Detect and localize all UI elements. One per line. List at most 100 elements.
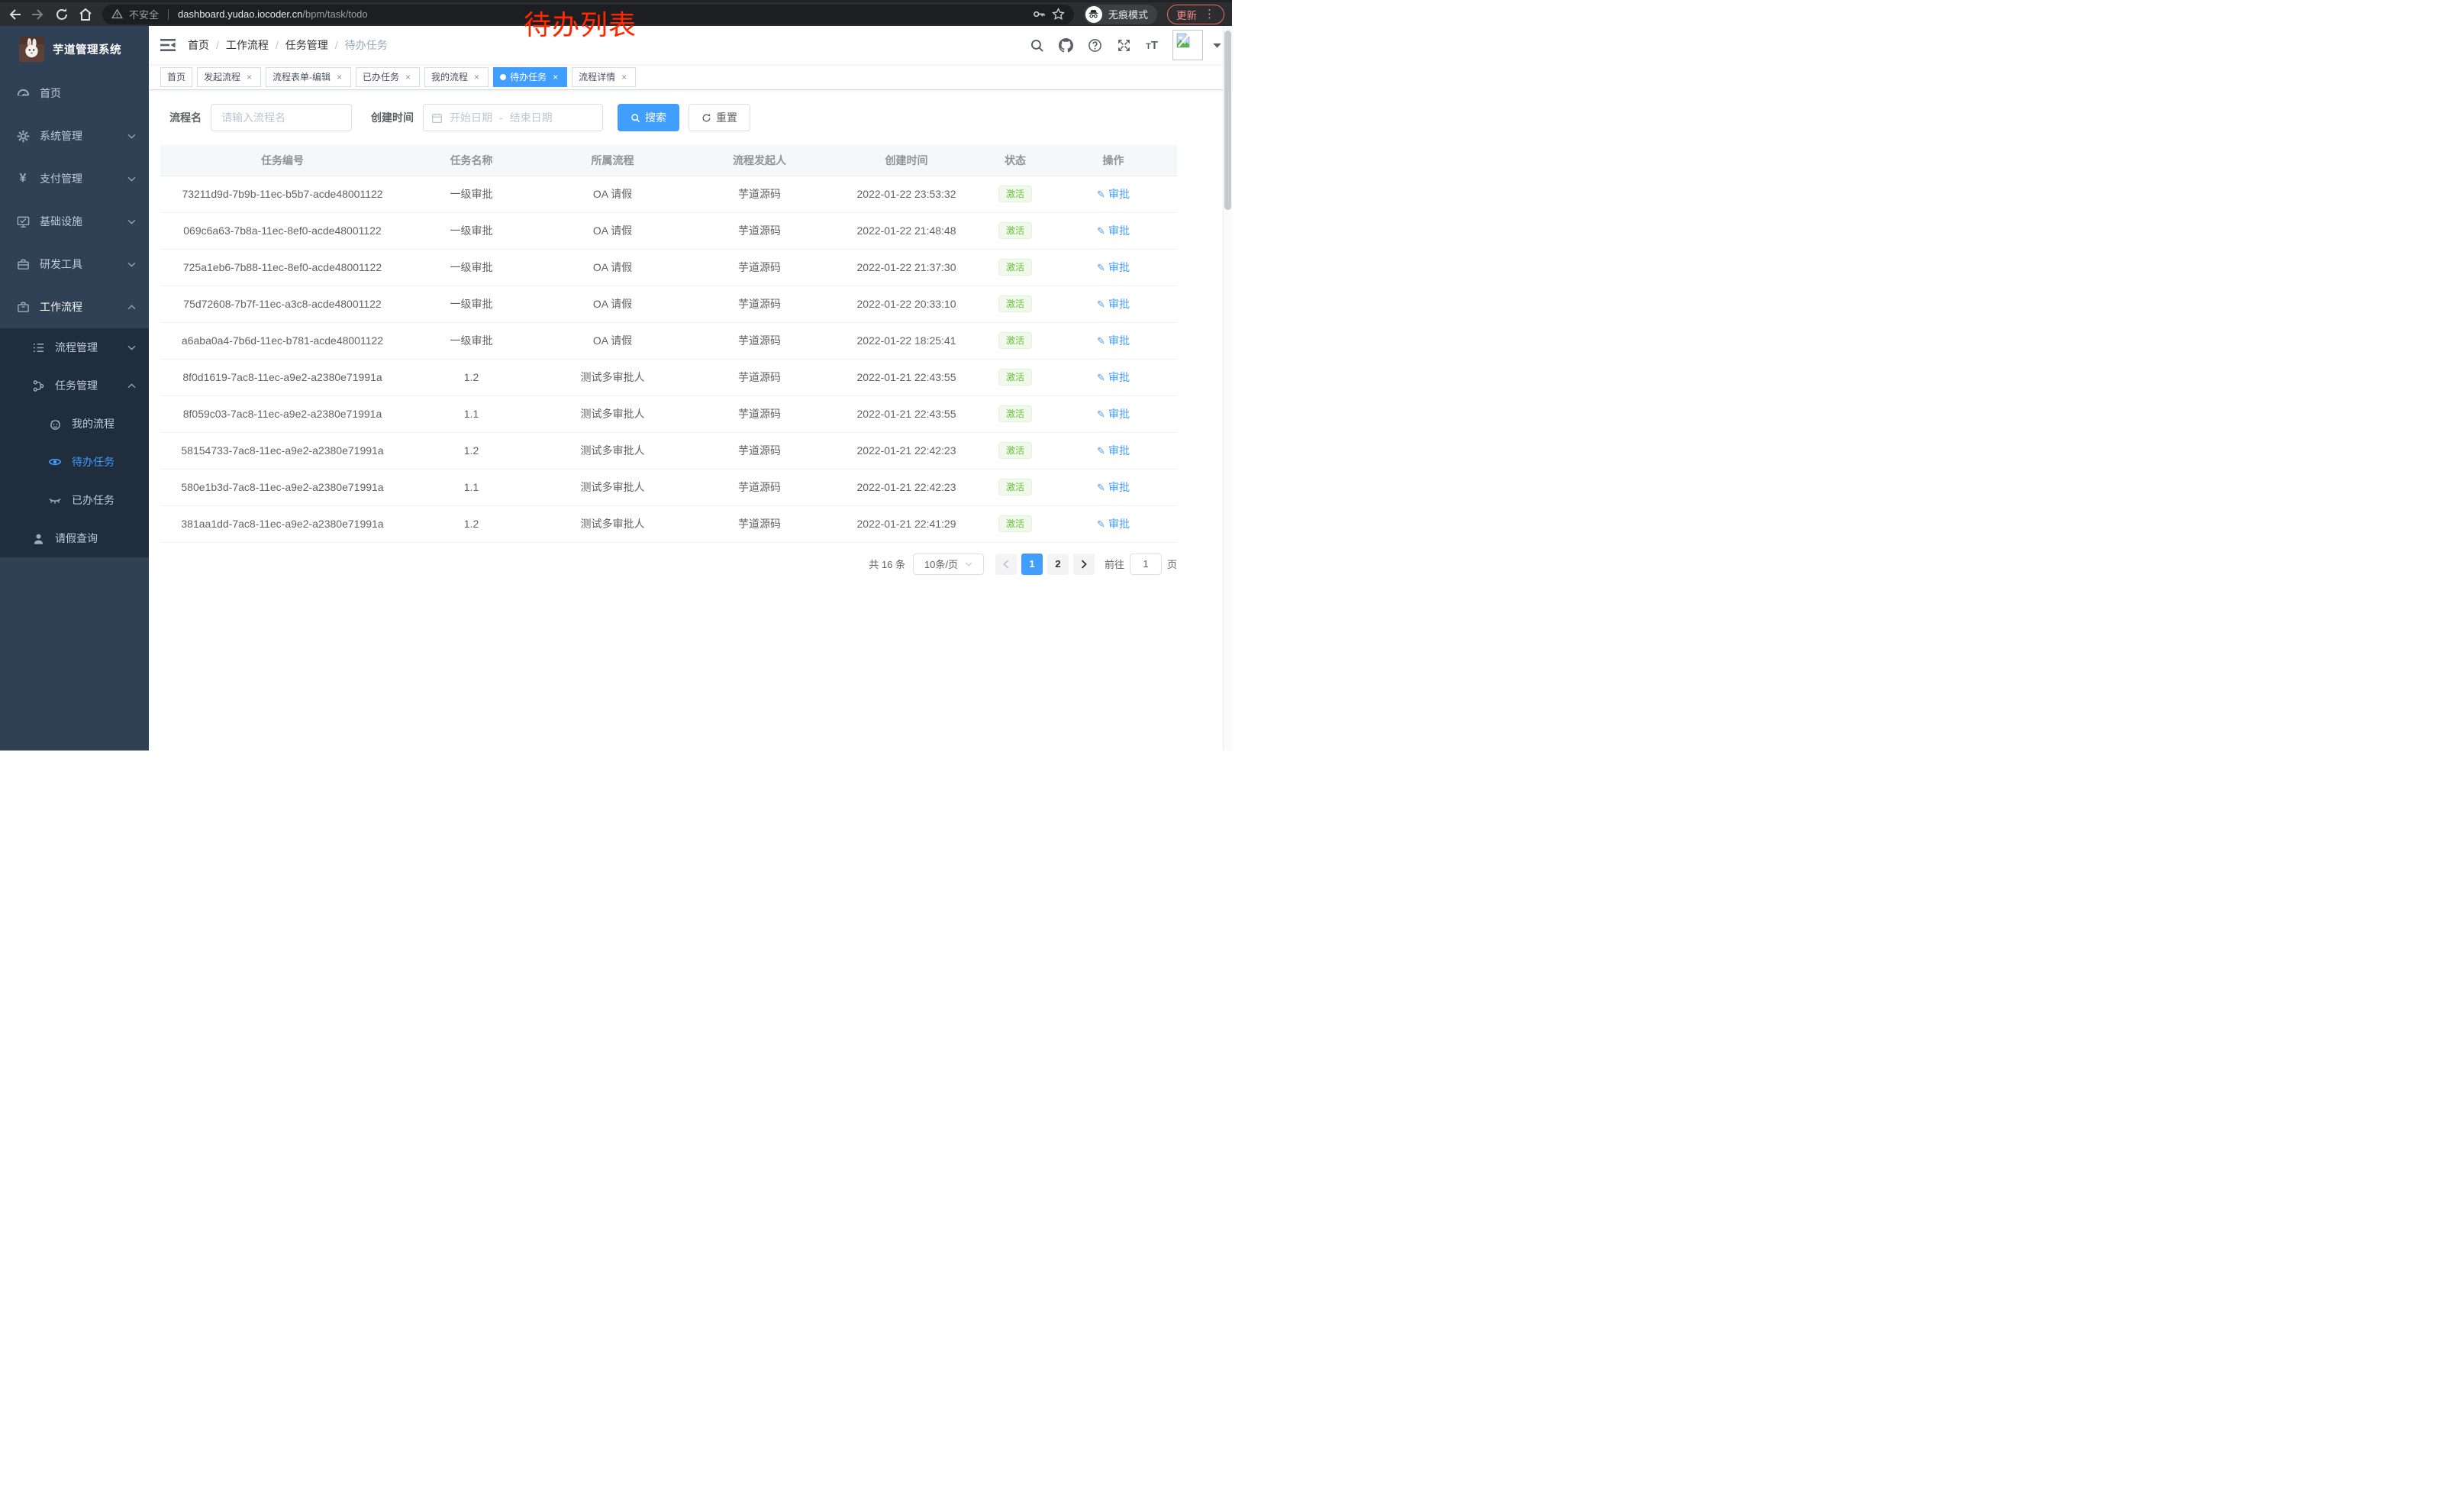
- edit-icon: ✎: [1097, 409, 1105, 419]
- search-button[interactable]: 搜索: [618, 104, 679, 131]
- end-date-placeholder[interactable]: 结束日期: [510, 110, 553, 125]
- sidebar-item-workflow[interactable]: 工作流程: [0, 286, 149, 328]
- tag-todo-tasks[interactable]: 待办任务×: [493, 67, 567, 87]
- sidebar-item-todo-tasks[interactable]: 待办任务: [0, 443, 149, 481]
- approve-link[interactable]: ✎ 审批: [1097, 406, 1130, 421]
- create-time-cell: 2022-01-22 20:33:10: [832, 286, 981, 322]
- help-icon[interactable]: [1088, 38, 1102, 53]
- sidebar-item-leave-query[interactable]: 请假查询: [0, 519, 149, 557]
- sidebar-item-system[interactable]: 系统管理: [0, 115, 149, 157]
- approve-link[interactable]: ✎ 审批: [1097, 186, 1130, 202]
- create-time-cell: 2022-01-21 22:43:55: [832, 395, 981, 432]
- status-badge: 激活: [998, 515, 1032, 532]
- bookmark-star-icon[interactable]: [1052, 8, 1065, 21]
- edit-icon: ✎: [1097, 446, 1105, 456]
- tags-view-bar: 首页 发起流程× 流程表单-编辑× 已办任务× 我的流程× 待办任务× 流程详情…: [149, 64, 1232, 90]
- goto-page-input[interactable]: [1130, 554, 1162, 575]
- goto-label: 前往: [1105, 557, 1124, 571]
- tag-home[interactable]: 首页: [160, 67, 192, 87]
- breadcrumb-task-management[interactable]: 任务管理: [285, 37, 328, 53]
- status-badge: 激活: [998, 442, 1032, 459]
- total-count: 共 16 条: [869, 557, 905, 571]
- starter-cell: 芋道源码: [687, 505, 832, 542]
- table-header-row: 任务编号 任务名称 所属流程 流程发起人 创建时间 状态 操作: [160, 145, 1177, 176]
- sidebar-fold-icon[interactable]: [160, 37, 176, 53]
- prev-page-button[interactable]: [995, 554, 1017, 575]
- avatar-caret-icon[interactable]: [1213, 43, 1221, 48]
- refresh-icon: [701, 113, 711, 123]
- browser-forward-icon[interactable]: [31, 8, 45, 21]
- approve-link[interactable]: ✎ 审批: [1097, 479, 1130, 495]
- process-cell: 测试多审批人: [538, 469, 687, 505]
- app-title: 芋道管理系统: [53, 41, 121, 57]
- approve-link[interactable]: ✎ 审批: [1097, 443, 1130, 458]
- address-bar[interactable]: 不安全 dashboard.yudao.iocoder.cn/bpm/task/…: [102, 5, 1074, 24]
- tag-start-process[interactable]: 发起流程×: [197, 67, 261, 87]
- page-1-button[interactable]: 1: [1021, 554, 1043, 575]
- scrollbar-thumb[interactable]: [1224, 31, 1231, 210]
- close-icon[interactable]: ×: [334, 72, 344, 82]
- task-name-cell: 1.1: [405, 395, 538, 432]
- sidebar-item-home[interactable]: 首页: [0, 72, 149, 115]
- approve-link[interactable]: ✎ 审批: [1097, 333, 1130, 348]
- tag-my-process[interactable]: 我的流程×: [424, 67, 489, 87]
- starter-cell: 芋道源码: [687, 395, 832, 432]
- approve-link[interactable]: ✎ 审批: [1097, 370, 1130, 385]
- approve-link[interactable]: ✎ 审批: [1097, 223, 1130, 238]
- page-size-select[interactable]: 10条/页: [913, 554, 984, 575]
- browser-reload-icon[interactable]: [55, 8, 69, 21]
- sidebar-item-payment[interactable]: ¥ 支付管理: [0, 157, 149, 200]
- tag-process-detail[interactable]: 流程详情×: [572, 67, 636, 87]
- close-icon[interactable]: ×: [244, 72, 254, 82]
- close-icon[interactable]: ×: [550, 72, 560, 82]
- browser-home-icon[interactable]: [79, 8, 92, 21]
- status-badge: 激活: [998, 259, 1032, 276]
- start-date-placeholder[interactable]: 开始日期: [450, 110, 492, 125]
- breadcrumb-home[interactable]: 首页: [188, 37, 209, 53]
- browser-back-icon[interactable]: [8, 8, 21, 21]
- breadcrumb-workflow[interactable]: 工作流程: [226, 37, 269, 53]
- page-scrollbar[interactable]: [1223, 26, 1232, 750]
- approve-link[interactable]: ✎ 审批: [1097, 516, 1130, 531]
- col-create-time: 创建时间: [832, 145, 981, 176]
- starter-cell: 芋道源码: [687, 469, 832, 505]
- tag-done-tasks[interactable]: 已办任务×: [356, 67, 420, 87]
- close-icon[interactable]: ×: [403, 72, 413, 82]
- goto-page: 前往 页: [1105, 554, 1177, 575]
- date-range-picker[interactable]: 开始日期 - 结束日期: [423, 104, 603, 131]
- search-icon[interactable]: [1030, 38, 1044, 53]
- create-time-cell: 2022-01-22 23:53:32: [832, 176, 981, 212]
- approve-link[interactable]: ✎ 审批: [1097, 296, 1130, 311]
- task-id-cell: 8f0d1619-7ac8-11ec-a9e2-a2380e71991a: [160, 359, 405, 395]
- close-icon[interactable]: ×: [619, 72, 629, 82]
- fullscreen-icon[interactable]: [1117, 38, 1131, 53]
- sidebar-item-infrastructure[interactable]: 基础设施: [0, 200, 149, 243]
- tag-form-edit[interactable]: 流程表单-编辑×: [266, 67, 351, 87]
- table-row: 8f0d1619-7ac8-11ec-a9e2-a2380e71991a 1.2…: [160, 359, 1177, 395]
- reset-button[interactable]: 重置: [689, 104, 750, 131]
- browser-update-button[interactable]: 更新 ⋮: [1167, 5, 1224, 24]
- sidebar-item-task-management[interactable]: 任务管理: [0, 366, 149, 405]
- pagination: 共 16 条 10条/页 1 2 前往 页: [160, 554, 1177, 575]
- approve-link[interactable]: ✎ 审批: [1097, 260, 1130, 275]
- sidebar-item-process-management[interactable]: 流程管理: [0, 328, 149, 366]
- close-icon[interactable]: ×: [472, 72, 482, 82]
- task-name-cell: 一级审批: [405, 212, 538, 249]
- sidebar-item-my-process[interactable]: 我的流程: [0, 405, 149, 443]
- avatar[interactable]: [1172, 30, 1203, 60]
- table-row: 725a1eb6-7b88-11ec-8ef0-acde48001122 一级审…: [160, 249, 1177, 286]
- table-row: 58154733-7ac8-11ec-a9e2-a2380e71991a 1.2…: [160, 432, 1177, 469]
- process-name-input[interactable]: [211, 104, 352, 131]
- page-2-button[interactable]: 2: [1047, 554, 1069, 575]
- browser-menu-dots-icon[interactable]: ⋮: [1204, 8, 1215, 20]
- sidebar-item-dev-tools[interactable]: 研发工具: [0, 243, 149, 286]
- task-id-cell: 75d72608-7b7f-11ec-a3c8-acde48001122: [160, 286, 405, 322]
- sidebar-item-done-tasks[interactable]: 已办任务: [0, 481, 149, 519]
- task-name-cell: 1.1: [405, 469, 538, 505]
- font-size-icon[interactable]: TT: [1146, 40, 1158, 51]
- app-logo[interactable]: 芋道管理系统: [0, 26, 149, 72]
- task-table-body: 73211d9d-7b9b-11ec-b5b7-acde48001122 一级审…: [160, 176, 1177, 542]
- password-key-icon[interactable]: [1033, 8, 1046, 21]
- github-icon[interactable]: [1059, 38, 1073, 53]
- next-page-button[interactable]: [1073, 554, 1095, 575]
